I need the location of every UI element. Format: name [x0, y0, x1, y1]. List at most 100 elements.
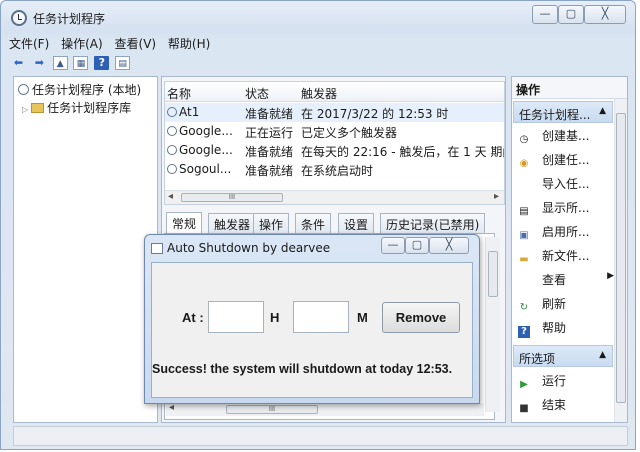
collapse-caret-icon[interactable]: ▲ — [599, 350, 606, 360]
hour-unit-label: H — [270, 310, 280, 325]
show-hide-tree-icon[interactable]: ▦ — [73, 56, 89, 70]
window-icon — [151, 243, 163, 254]
vertical-scrollbar[interactable] — [614, 99, 627, 422]
minute-unit-label: M — [357, 310, 368, 325]
task-status: 准备就绪 — [245, 145, 294, 159]
back-arrow-icon[interactable]: ⬅ — [11, 56, 26, 70]
vertical-scrollbar[interactable] — [485, 237, 500, 412]
action-show-running[interactable]: ▤ 显示所... — [518, 199, 589, 219]
menu-help[interactable]: 帮助(H) — [168, 37, 210, 51]
horizontal-scrollbar[interactable]: ◂ III — [166, 402, 484, 416]
expand-arrow-icon[interactable]: ▷ — [22, 105, 28, 114]
horizontal-scrollbar[interactable]: ◂ III ▸ — [165, 190, 504, 204]
window-title: 任务计划程序 — [33, 12, 106, 26]
detail-tabs: 常规 触发器 操作 条件 设置 历史记录(已禁用) — [164, 212, 505, 234]
at-label: At : — [182, 310, 204, 325]
action-end[interactable]: ■ 结束 — [518, 396, 566, 416]
task-icon — [167, 164, 177, 174]
tree-item-library[interactable]: ▷ 任务计划程序库 — [22, 99, 131, 116]
remove-button[interactable]: Remove — [382, 302, 460, 333]
action-enable-history[interactable]: ▣ 启用所... — [518, 223, 589, 243]
help-icon[interactable]: ? — [94, 56, 110, 70]
column-trigger[interactable]: 触发器 — [301, 85, 337, 102]
clock-icon — [18, 84, 29, 95]
task-icon — [167, 107, 177, 117]
task-scheduler-icon — [11, 10, 27, 26]
maximize-button[interactable]: ▢ — [558, 5, 584, 24]
title-bar[interactable]: 任务计划程序 — ▢ ╳ — [1, 1, 635, 33]
tab-conditions[interactable]: 条件 — [295, 213, 332, 233]
tab-triggers[interactable]: 触发器 — [208, 213, 257, 233]
list-icon: ▤ — [519, 206, 529, 217]
scroll-thumb[interactable] — [488, 251, 498, 297]
section-selected-item[interactable]: 所选项 ▲ — [513, 345, 613, 367]
blank-icon — [518, 274, 530, 286]
tab-settings[interactable]: 设置 — [338, 213, 375, 233]
close-button[interactable]: ╳ — [584, 5, 626, 24]
toolbar: ⬅ ➡ ▲ ▦ ? ▤ — [11, 56, 132, 72]
help-icon: ? — [518, 326, 530, 338]
tab-history[interactable]: 历史记录(已禁用) — [380, 213, 486, 233]
task-name: Google... — [179, 143, 233, 157]
dialog-maximize-button[interactable]: ▢ — [405, 237, 429, 254]
task-icon: ◉ — [519, 158, 529, 169]
scroll-thumb[interactable]: III — [181, 193, 283, 202]
task-trigger: 在 2017/3/22 的 12:53 时 — [301, 107, 449, 121]
hour-input[interactable] — [208, 301, 264, 333]
clock-icon: ◷ — [519, 134, 529, 145]
column-name[interactable]: 名称 — [167, 85, 191, 102]
action-help[interactable]: ? 帮助 — [518, 319, 566, 339]
column-status[interactable]: 状态 — [245, 85, 269, 102]
action-pane-icon[interactable]: ▤ — [115, 56, 131, 70]
table-row[interactable]: Google... 正在运行 已定义多个触发器 — [165, 122, 504, 141]
folder-icon — [31, 103, 45, 113]
action-new-folder[interactable]: ▬ 新文件... — [518, 247, 589, 267]
enable-icon: ▣ — [519, 230, 529, 241]
up-level-icon[interactable]: ▲ — [52, 56, 68, 70]
folder-icon: ▬ — [519, 254, 529, 265]
actions-header: 操作 — [512, 77, 627, 99]
scroll-left-icon[interactable]: ◂ — [168, 191, 173, 202]
actions-panel: 操作 任务计划程... ▲ ◷ 创建基... ◉ 创建任... 导入任... ▤ 显示所… — [511, 76, 628, 423]
table-row[interactable]: Sogoul... 准备就绪 在系统启动时 — [165, 160, 504, 179]
action-import-task[interactable]: 导入任... — [518, 175, 589, 195]
minute-input[interactable] — [293, 301, 349, 333]
menu-view[interactable]: 查看(V) — [115, 37, 157, 51]
tab-actions[interactable]: 操作 — [253, 213, 290, 233]
auto-shutdown-dialog: Auto Shutdown by dearvee — ▢ ╳ At : H M … — [144, 234, 480, 404]
task-icon — [167, 145, 177, 155]
scroll-right-icon[interactable]: ▸ — [494, 191, 499, 202]
scroll-thumb[interactable]: III — [226, 405, 318, 414]
action-refresh[interactable]: ↻ 刷新 — [518, 295, 566, 315]
task-list-header: 名称 状态 触发器 — [165, 82, 504, 102]
forward-arrow-icon[interactable]: ➡ — [32, 56, 47, 70]
refresh-icon: ↻ — [519, 302, 529, 313]
menu-file[interactable]: 文件(F) — [9, 37, 49, 51]
task-trigger: 在每天的 22:16 - 触发后，在 1 天 期间 — [301, 145, 505, 159]
stop-icon: ■ — [519, 403, 529, 414]
minimize-button[interactable]: — — [532, 5, 558, 24]
submenu-arrow-icon: ▶ — [607, 271, 614, 281]
table-row[interactable]: At1 准备就绪 在 2017/3/22 的 12:53 时 — [165, 103, 504, 122]
task-trigger: 已定义多个触发器 — [301, 126, 398, 140]
task-trigger: 在系统启动时 — [301, 164, 374, 178]
section-label: 所选项 — [519, 352, 556, 366]
action-run[interactable]: ▶ 运行 — [518, 372, 566, 392]
blank-icon — [518, 178, 530, 190]
task-name: Sogoul... — [179, 162, 232, 176]
menu-action[interactable]: 操作(A) — [61, 37, 103, 51]
tab-general[interactable]: 常规 — [166, 212, 203, 234]
scroll-thumb[interactable] — [616, 113, 626, 403]
task-status: 正在运行 — [245, 126, 294, 140]
collapse-caret-icon[interactable]: ▲ — [599, 106, 606, 116]
action-create-task[interactable]: ◉ 创建任... — [518, 151, 590, 171]
action-view[interactable]: 查看 ▶ — [518, 271, 614, 291]
tree-root[interactable]: 任务计划程序 (本地) — [18, 81, 141, 98]
section-task-scheduler[interactable]: 任务计划程... ▲ — [513, 101, 613, 123]
dialog-minimize-button[interactable]: — — [381, 237, 405, 254]
task-name: Google... — [179, 124, 233, 138]
action-create-basic-task[interactable]: ◷ 创建基... — [518, 127, 590, 147]
table-row[interactable]: Google... 准备就绪 在每天的 22:16 - 触发后，在 1 天 期间 — [165, 141, 504, 160]
dialog-close-button[interactable]: ╳ — [429, 237, 469, 254]
task-status: 准备就绪 — [245, 107, 294, 121]
